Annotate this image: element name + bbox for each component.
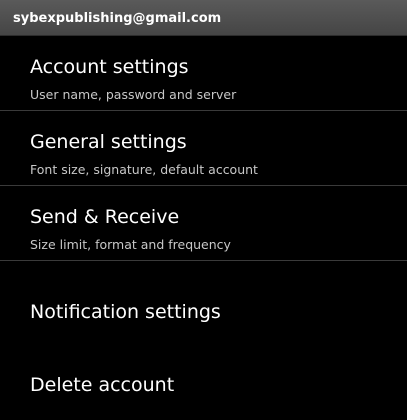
delete-account-item[interactable]: Delete account [0,346,407,420]
account-settings-item[interactable]: Account settings User name, password and… [0,36,407,111]
account-email: sybexpublishing@gmail.com [13,11,222,26]
account-settings-subtitle: User name, password and server [30,87,237,102]
notification-settings-item[interactable]: Notification settings [0,273,407,348]
general-settings-subtitle: Font size, signature, default account [30,162,258,177]
delete-account-title: Delete account [30,374,175,396]
account-settings-title: Account settings [30,56,189,78]
account-settings-screen: sybexpublishing@gmail.com Account settin… [0,0,407,420]
notification-settings-title: Notification settings [30,301,221,323]
account-header: sybexpublishing@gmail.com [0,0,407,36]
send-receive-title: Send & Receive [30,206,180,228]
general-settings-title: General settings [30,131,187,153]
menu-divider [0,260,407,261]
send-receive-subtitle: Size limit, format and frequency [30,237,231,252]
general-settings-item[interactable]: General settings Font size, signature, d… [0,111,407,186]
send-receive-item[interactable]: Send & Receive Size limit, format and fr… [0,186,407,261]
